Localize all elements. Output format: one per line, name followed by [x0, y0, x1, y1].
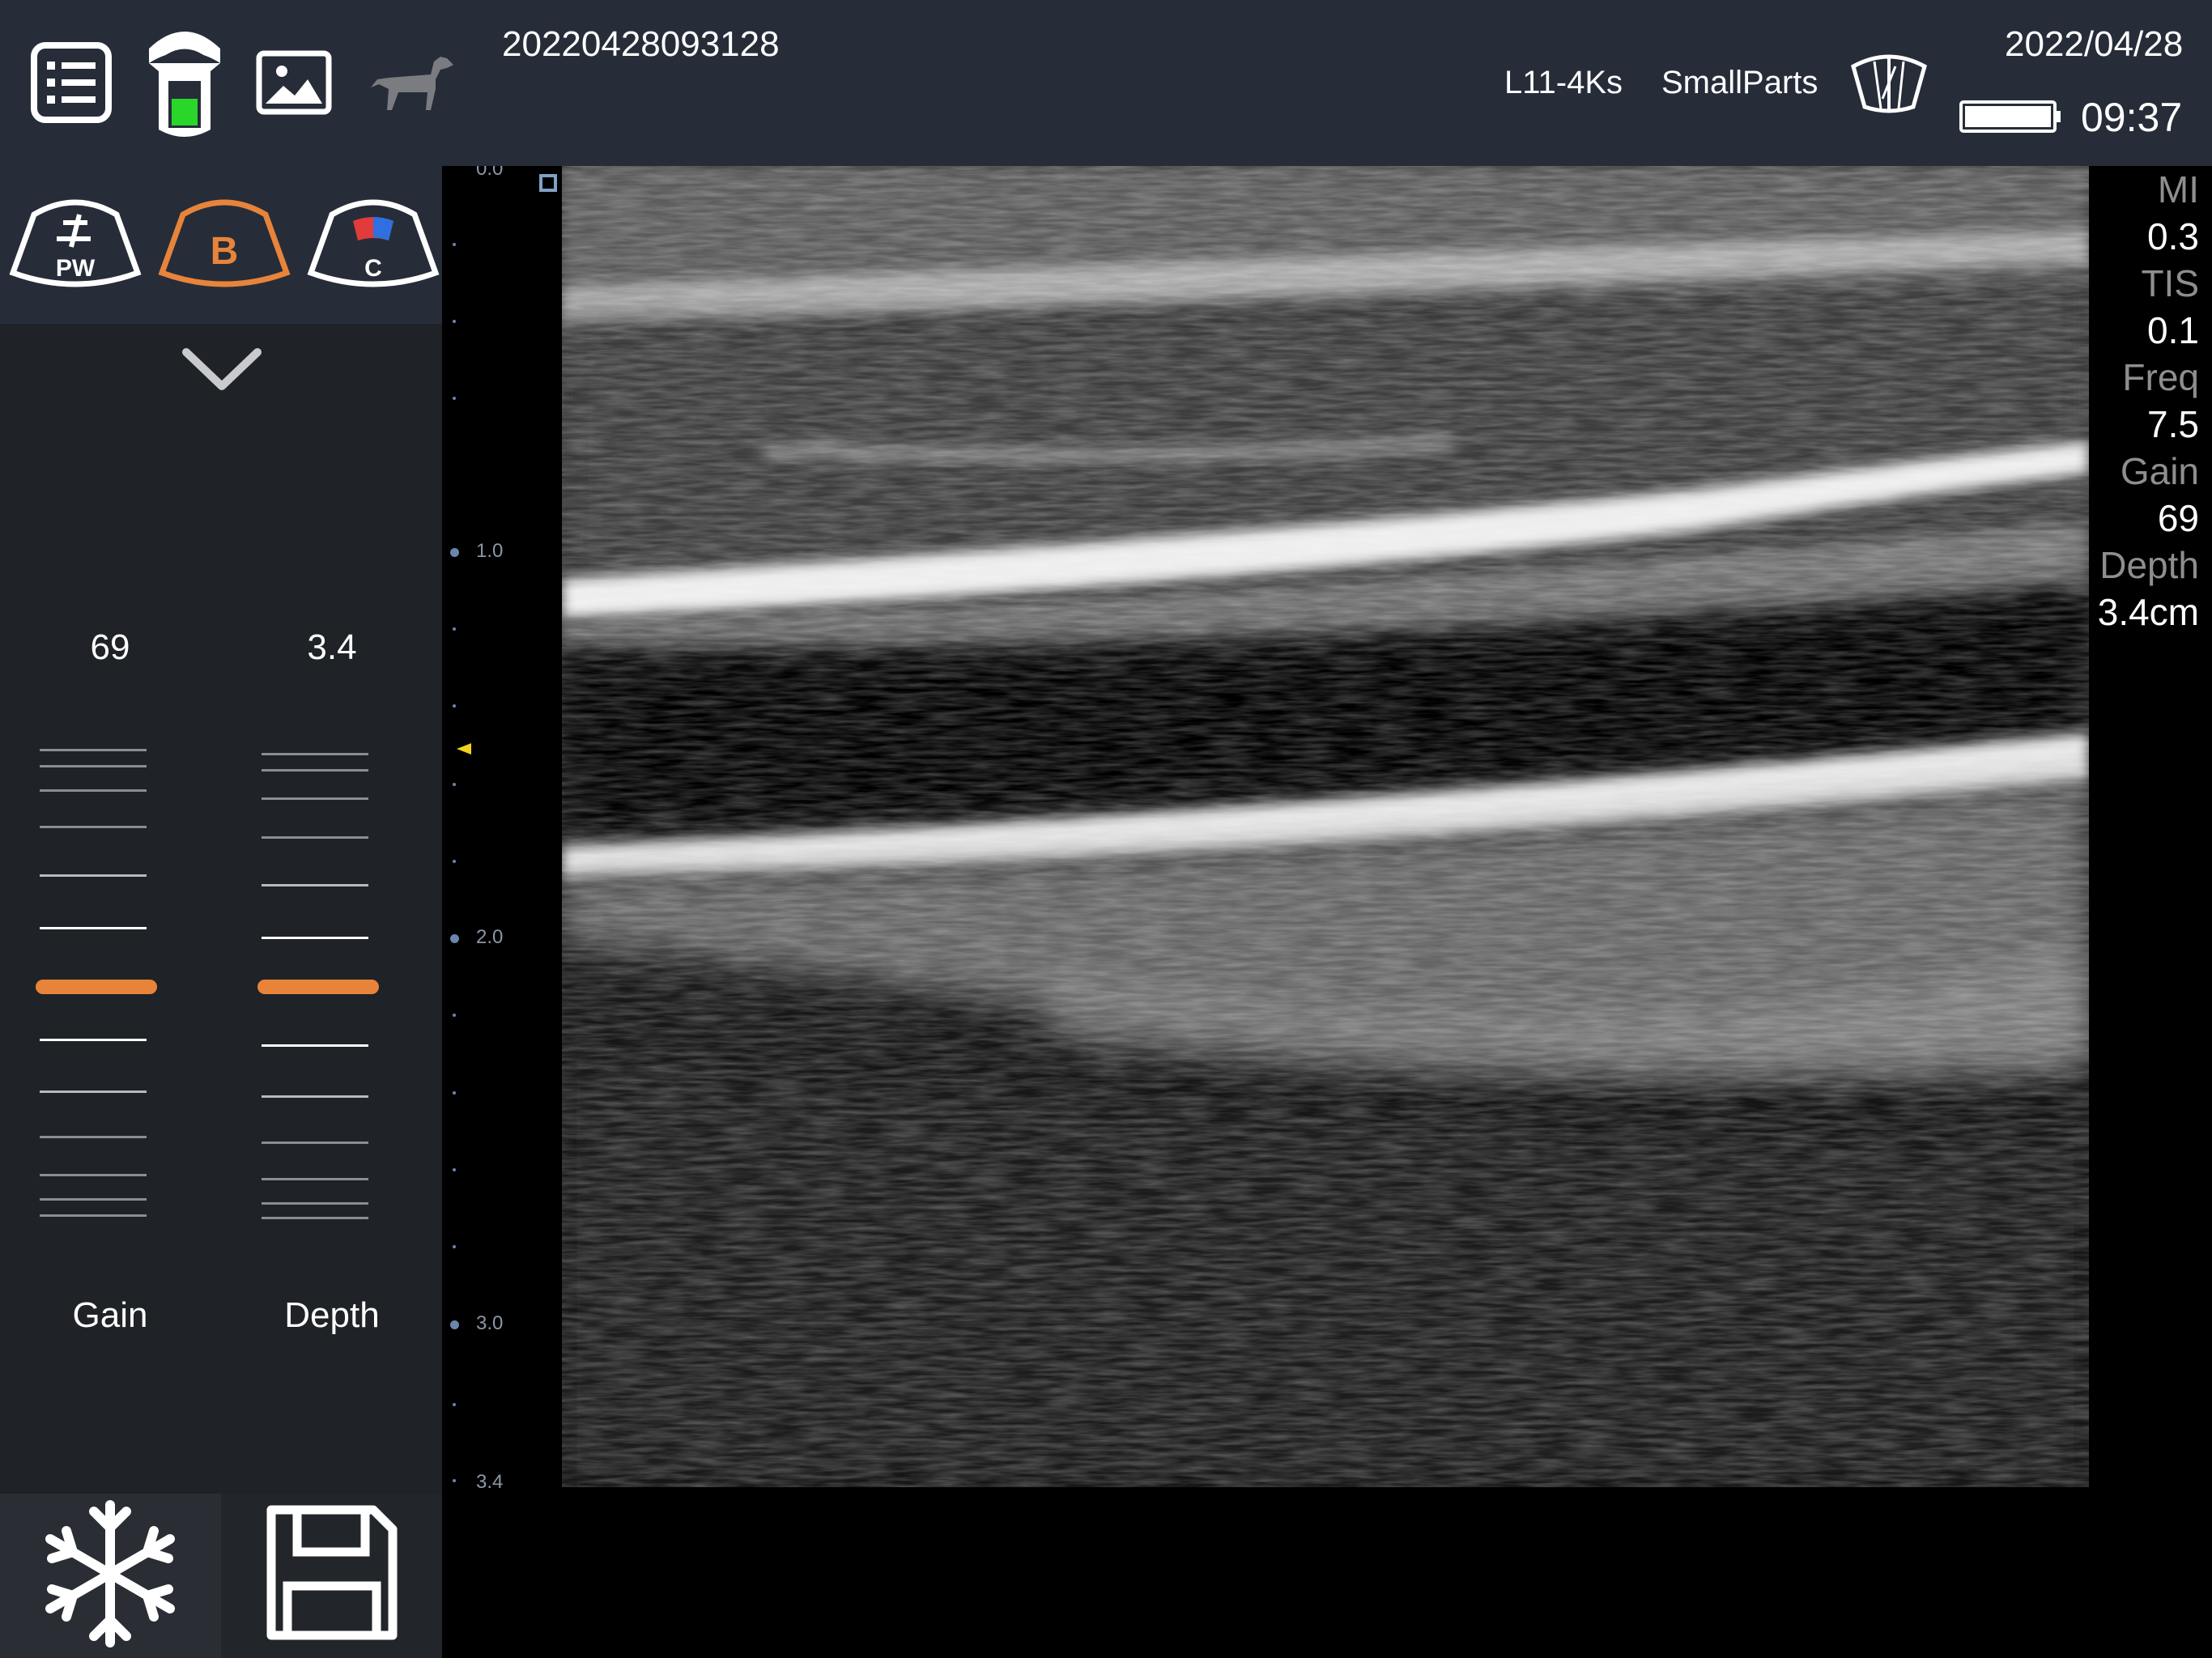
slider-tick — [40, 874, 147, 877]
date-text: 2022/04/28 — [2005, 24, 2184, 64]
image-gallery-icon[interactable] — [256, 50, 332, 115]
c-mode-icon — [307, 199, 440, 287]
slider-tick — [262, 937, 368, 939]
mi-label: MI — [2157, 168, 2199, 210]
depth-scale-label: 2.0 — [476, 926, 504, 948]
preset-name: SmallParts — [1661, 65, 1819, 100]
depth-scale-label: 1.0 — [476, 540, 504, 562]
c-mode-label: C — [364, 255, 382, 282]
probe-model: L11-4Ks — [1504, 65, 1623, 100]
gain-param-label: Gain — [2120, 450, 2199, 492]
ultrasound-view[interactable]: 0.0 1.0 2.0 3.0 3.4 — [442, 166, 2212, 1658]
slider-tick — [40, 749, 147, 751]
probe-battery-icon — [149, 32, 220, 137]
c-mode-button[interactable]: C — [304, 190, 442, 304]
depth-scale-label: 3.0 — [476, 1312, 504, 1334]
slider-tick — [40, 1039, 147, 1041]
b-mode-button[interactable]: B — [155, 190, 293, 304]
exam-id: 20220428093128 — [502, 24, 780, 64]
tis-value: 0.1 — [2147, 309, 2199, 351]
depth-label: Depth — [284, 1295, 380, 1335]
gain-slider-thumb[interactable] — [36, 980, 157, 994]
pw-mode-button[interactable]: PW — [6, 190, 144, 304]
pw-mode-icon — [9, 199, 142, 287]
orientation-marker — [539, 174, 557, 192]
slider-tick — [262, 1095, 368, 1098]
parameter-panel: MI 0.3 TIS 0.1 Freq 7.5 Gain 69 Depth 3.… — [2069, 166, 2199, 636]
gain-label: Gain — [72, 1295, 148, 1335]
slider-tick — [40, 1214, 147, 1217]
slider-tick — [262, 1044, 368, 1047]
slider-tick — [40, 826, 147, 828]
sector-probe-icon[interactable] — [1850, 50, 1928, 115]
focus-marker[interactable] — [457, 743, 471, 755]
gain-value: 69 — [90, 627, 130, 667]
save-button[interactable] — [221, 1494, 442, 1658]
slider-tick — [262, 1202, 368, 1205]
freq-value: 7.5 — [2147, 403, 2199, 445]
pw-mode-label: PW — [55, 255, 96, 282]
slider-tick — [40, 1198, 147, 1201]
slider-tick — [262, 1178, 368, 1180]
depth-slider[interactable] — [257, 733, 379, 1235]
depth-value: 3.4 — [307, 627, 357, 667]
slider-tick — [262, 836, 368, 839]
mode-bar: PW B C — [0, 166, 442, 324]
dog-icon[interactable] — [366, 50, 455, 115]
slider-tick — [262, 884, 368, 886]
depth-scale: 0.0 1.0 2.0 3.0 3.4 — [442, 166, 523, 1658]
slider-tick — [40, 1090, 147, 1093]
list-icon[interactable] — [31, 42, 112, 123]
slider-tick — [262, 769, 368, 772]
slider-tick — [40, 765, 147, 767]
slider-tick — [262, 1217, 368, 1219]
slider-tick — [262, 1141, 368, 1144]
tis-label: TIS — [2141, 262, 2199, 304]
snowflake-icon — [45, 1500, 175, 1647]
depth-param-label: Depth — [2099, 544, 2199, 586]
slider-tick — [40, 789, 147, 792]
b-mode-label: B — [210, 230, 239, 273]
depth-slider-thumb[interactable] — [257, 980, 379, 994]
gain-slider[interactable] — [36, 733, 157, 1235]
save-icon — [266, 1505, 398, 1640]
gain-param-value: 69 — [2157, 497, 2199, 539]
slider-tick — [262, 797, 368, 800]
slider-tick — [262, 753, 368, 755]
freeze-button[interactable] — [0, 1494, 221, 1658]
ultrasound-image — [562, 166, 2089, 1487]
slider-tick — [40, 1174, 147, 1176]
top-bar: 20220428093128 L11-4Ks SmallParts 2022/0… — [0, 0, 2212, 166]
mi-value: 0.3 — [2147, 215, 2199, 257]
depth-param-value: 3.4cm — [2097, 591, 2199, 633]
time-text: 09:37 — [2081, 95, 2183, 140]
slider-tick — [40, 1136, 147, 1138]
control-sidebar: PW B C 69 3.4 Gain Depth — [0, 166, 442, 1658]
depth-scale-bottom-label: 3.4 — [476, 1471, 504, 1493]
slider-tick — [40, 927, 147, 929]
chevron-down-icon[interactable] — [180, 344, 264, 396]
battery-icon — [1959, 100, 2061, 133]
depth-scale-top-label: 0.0 — [476, 166, 504, 180]
freq-label: Freq — [2122, 356, 2199, 398]
